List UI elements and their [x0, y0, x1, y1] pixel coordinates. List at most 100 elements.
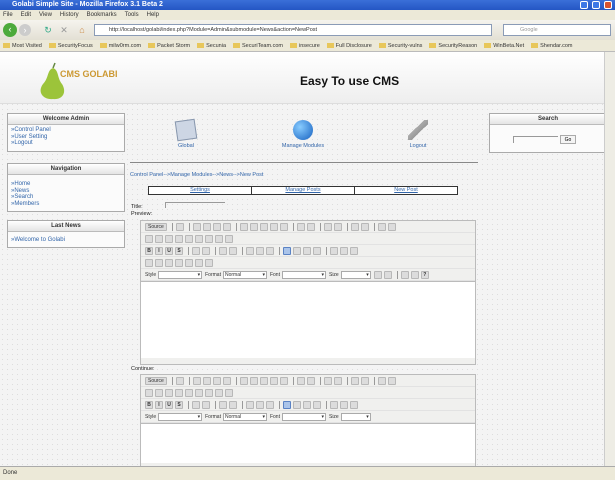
- superscript-icon[interactable]: [202, 400, 210, 409]
- home-icon[interactable]: ⌂: [76, 24, 88, 36]
- paste-word-icon[interactable]: [279, 376, 288, 385]
- paste-word-icon[interactable]: [279, 222, 288, 231]
- go-button[interactable]: Go: [560, 135, 576, 144]
- align-right-icon[interactable]: [303, 246, 311, 255]
- cut-icon[interactable]: [239, 222, 248, 231]
- anchor-icon[interactable]: [350, 246, 358, 255]
- image-icon[interactable]: [145, 258, 153, 267]
- outdent-icon[interactable]: [246, 400, 254, 409]
- hidden-field-icon[interactable]: [225, 388, 233, 397]
- save-icon[interactable]: [192, 222, 201, 231]
- form-icon[interactable]: [145, 388, 153, 397]
- font-select[interactable]: [281, 270, 326, 279]
- bookmark-item[interactable]: Full Disclosure: [326, 43, 372, 49]
- unlink-icon[interactable]: [340, 400, 348, 409]
- bold-icon[interactable]: B: [145, 246, 153, 255]
- preview-icon[interactable]: [212, 222, 221, 231]
- justify-icon[interactable]: [313, 246, 321, 255]
- news-link[interactable]: »Welcome to Golabi: [8, 237, 124, 244]
- format-select[interactable]: Normal: [222, 412, 267, 421]
- size-select[interactable]: [340, 270, 371, 279]
- cut-icon[interactable]: [239, 376, 248, 385]
- maximize-button[interactable]: [592, 1, 600, 9]
- bookmark-item[interactable]: insecure: [289, 43, 320, 49]
- tab-manage-posts[interactable]: Manage Posts: [252, 187, 355, 194]
- bookmark-item[interactable]: SecuriTeam.com: [233, 43, 283, 49]
- replace-icon[interactable]: [360, 222, 369, 231]
- justify-icon[interactable]: [313, 400, 321, 409]
- textarea-icon[interactable]: [185, 388, 193, 397]
- unlink-icon[interactable]: [340, 246, 348, 255]
- continue-textarea[interactable]: [141, 423, 475, 463]
- align-right-icon[interactable]: [303, 400, 311, 409]
- text-color-icon[interactable]: [373, 270, 382, 279]
- checkbox-icon[interactable]: [155, 234, 163, 243]
- bookmark-item[interactable]: Packet Storm: [148, 43, 190, 49]
- style-select[interactable]: [158, 270, 203, 279]
- find-icon[interactable]: [350, 376, 359, 385]
- menu-edit[interactable]: Edit: [21, 12, 31, 18]
- undo-icon[interactable]: [323, 376, 332, 385]
- browser-search-input[interactable]: Google: [503, 24, 611, 36]
- manage-modules[interactable]: Manage Modules: [273, 120, 333, 149]
- select-icon[interactable]: [195, 234, 203, 243]
- doc-props-icon[interactable]: [175, 376, 184, 385]
- tab-new-post[interactable]: New Post: [355, 187, 457, 194]
- button-icon[interactable]: [205, 388, 213, 397]
- bookmark-item[interactable]: SecurityReason: [429, 43, 477, 49]
- new-page-icon[interactable]: [202, 222, 211, 231]
- text-field-icon[interactable]: [175, 388, 183, 397]
- preview-textarea[interactable]: [141, 281, 475, 358]
- paste-icon[interactable]: [259, 222, 268, 231]
- redo-icon[interactable]: [333, 376, 342, 385]
- logout-module[interactable]: Logout: [388, 120, 448, 149]
- textarea-icon[interactable]: [185, 234, 193, 243]
- bg-color-icon[interactable]: [383, 270, 392, 279]
- menu-view[interactable]: View: [39, 12, 52, 18]
- templates-icon[interactable]: [222, 222, 231, 231]
- horizontal-rule-icon[interactable]: [175, 258, 183, 267]
- bookmark-item[interactable]: Secunia: [197, 43, 226, 49]
- select-all-icon[interactable]: [377, 376, 386, 385]
- menu-bookmarks[interactable]: Bookmarks: [87, 12, 117, 18]
- indent-icon[interactable]: [256, 246, 264, 255]
- save-icon[interactable]: [192, 376, 201, 385]
- ol-icon[interactable]: [219, 400, 227, 409]
- print-icon[interactable]: [296, 222, 305, 231]
- source-button[interactable]: Source: [145, 376, 167, 385]
- page-break-icon[interactable]: [205, 258, 213, 267]
- text-field-icon[interactable]: [175, 234, 183, 243]
- bookmark-item[interactable]: Shendar.com: [531, 43, 573, 49]
- superscript-icon[interactable]: [202, 246, 210, 255]
- radio-icon[interactable]: [165, 234, 173, 243]
- checkbox-icon[interactable]: [155, 388, 163, 397]
- link-icon[interactable]: [330, 400, 338, 409]
- strike-icon[interactable]: S: [175, 400, 183, 409]
- site-search-input[interactable]: [513, 136, 558, 143]
- menu-help[interactable]: Help: [147, 12, 159, 18]
- blockquote-icon[interactable]: [266, 246, 274, 255]
- undo-icon[interactable]: [323, 222, 332, 231]
- maximize-icon[interactable]: [400, 270, 409, 279]
- menu-tools[interactable]: Tools: [125, 12, 139, 18]
- vertical-scrollbar[interactable]: [604, 52, 615, 466]
- spellcheck-icon[interactable]: [306, 222, 315, 231]
- title-input[interactable]: [165, 202, 225, 208]
- doc-props-icon[interactable]: [175, 222, 184, 231]
- nav-members[interactable]: »Members: [8, 201, 124, 208]
- ul-icon[interactable]: [229, 400, 237, 409]
- reload-icon[interactable]: ↻: [42, 24, 54, 36]
- bold-icon[interactable]: B: [145, 400, 153, 409]
- bookmark-item[interactable]: WinBeta.Net: [484, 43, 524, 49]
- align-center-icon[interactable]: [293, 246, 301, 255]
- remove-format-icon[interactable]: [387, 222, 396, 231]
- anchor-icon[interactable]: [350, 400, 358, 409]
- preview-icon[interactable]: [212, 376, 221, 385]
- hidden-field-icon[interactable]: [225, 234, 233, 243]
- breadcrumb[interactable]: Control Panel-->Manage Modules-->News-->…: [130, 172, 263, 178]
- menu-history[interactable]: History: [60, 12, 79, 18]
- global-module[interactable]: Global: [156, 118, 216, 149]
- templates-icon[interactable]: [222, 376, 231, 385]
- flash-icon[interactable]: [155, 258, 163, 267]
- image-button-icon[interactable]: [215, 388, 223, 397]
